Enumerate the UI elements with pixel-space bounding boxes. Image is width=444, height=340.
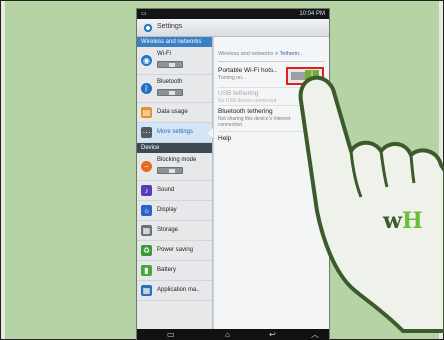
storage-icon: ▦ xyxy=(141,225,152,236)
row-title: Bluetooth tethering xyxy=(218,108,273,115)
sidebar-item-label: Blocking mode xyxy=(157,157,197,163)
section-header-device: Device xyxy=(137,143,212,153)
image-border-left xyxy=(1,1,5,339)
sidebar-item-label: Battery xyxy=(157,267,177,273)
sound-icon: ♪ xyxy=(141,185,152,196)
row-divider xyxy=(218,105,325,106)
sidebar-item-more-settings[interactable]: ⋯ More settings xyxy=(137,123,213,143)
row-divider xyxy=(218,131,325,132)
blocking-mode-toggle[interactable] xyxy=(157,167,183,174)
navigation-bar: ▭ ⌂ ↩ ︿ xyxy=(137,329,329,340)
recent-apps-icon[interactable]: ▭ xyxy=(167,330,175,340)
row-subtitle: Not sharing this device's Internet conne… xyxy=(218,116,291,128)
bluetooth-icon: ᛒ xyxy=(141,83,152,94)
sidebar-item-label: Display xyxy=(157,207,177,213)
sidebar-item-sound[interactable]: ♪ Sound xyxy=(137,181,212,201)
breadcrumb-parent[interactable]: Wireless and networks xyxy=(218,51,273,57)
sidebar-item-blocking-mode[interactable]: − Blocking mode xyxy=(137,153,212,181)
toggle-thumb: I xyxy=(305,70,319,80)
power-saving-icon: ♻ xyxy=(141,245,152,256)
settings-category-list: Wireless and networks ◉ Wi-Fi ᛒ Bluetoot… xyxy=(137,37,213,329)
menu-up-icon[interactable]: ︿ xyxy=(311,330,319,340)
tethering-detail-pane: Wireless and networks > Tetherin.. Porta… xyxy=(214,37,329,329)
home-icon[interactable]: ⌂ xyxy=(225,330,230,340)
header-divider xyxy=(218,61,325,62)
bluetooth-tethering-row[interactable]: Bluetooth tethering Not sharing this dev… xyxy=(218,108,326,128)
sidebar-item-label: Sound xyxy=(157,187,175,193)
help-row[interactable]: Help xyxy=(218,135,326,142)
row-divider xyxy=(218,87,325,88)
sidebar-item-label: Wi-Fi xyxy=(157,51,171,57)
sidebar-item-bluetooth[interactable]: ᛒ Bluetooth xyxy=(137,75,212,103)
wifi-icon: ◉ xyxy=(141,55,152,66)
bluetooth-toggle[interactable] xyxy=(157,89,183,96)
sidebar-item-label: Storage xyxy=(157,227,179,233)
usb-tethering-row[interactable]: USB tethering No USB device connected xyxy=(218,90,326,104)
sidebar-item-label: Application ma.. xyxy=(157,287,200,293)
app-title: Settings xyxy=(157,23,183,30)
sidebar-item-label: Data usage xyxy=(157,109,188,115)
application-manager-icon: ▦ xyxy=(141,285,152,296)
finger-crease xyxy=(379,150,389,188)
phone-screen: ▭ 10:04 PM Settings Wireless and network… xyxy=(137,9,329,340)
sidebar-item-label: Power saving xyxy=(157,247,194,253)
settings-gear-icon xyxy=(143,23,153,33)
hotspot-toggle-switch[interactable]: I xyxy=(286,67,324,85)
more-settings-icon: ⋯ xyxy=(141,127,152,138)
sidebar-item-battery[interactable]: ▮ Battery xyxy=(137,261,212,281)
sidebar-item-label: Bluetooth xyxy=(157,79,183,85)
sidebar-item-application-manager[interactable]: ▦ Application ma.. xyxy=(137,281,212,301)
display-icon: ☼ xyxy=(141,205,152,216)
back-icon[interactable]: ↩ xyxy=(269,330,276,340)
blocking-mode-icon: − xyxy=(141,161,152,172)
finger-crease xyxy=(349,150,363,198)
data-usage-icon: ▤ xyxy=(141,107,152,118)
section-header-wireless: Wireless and networks xyxy=(137,37,212,47)
breadcrumb-current: Tetherin.. xyxy=(279,51,303,57)
finger-crease xyxy=(409,154,416,184)
sidebar-item-wifi[interactable]: ◉ Wi-Fi xyxy=(137,47,212,75)
image-border-right xyxy=(439,1,443,339)
breadcrumb: Wireless and networks > Tetherin.. xyxy=(218,51,302,57)
notification-icon: ▭ xyxy=(141,11,147,17)
sidebar-item-label: More settings xyxy=(157,129,194,135)
row-title: USB tethering xyxy=(218,90,259,97)
sidebar-item-display[interactable]: ☼ Display xyxy=(137,201,212,221)
battery-setting-icon: ▮ xyxy=(141,265,152,276)
title-bar: Settings xyxy=(137,19,329,37)
sidebar-item-data-usage[interactable]: ▤ Data usage xyxy=(137,103,212,123)
wifi-toggle[interactable] xyxy=(157,61,183,68)
sidebar-item-power-saving[interactable]: ♻ Power saving xyxy=(137,241,212,261)
wikihow-logo: wH xyxy=(383,208,423,234)
row-subtitle: No USB device connected xyxy=(218,98,277,104)
row-title: Help xyxy=(218,135,232,142)
status-time: 10:04 PM xyxy=(299,11,325,17)
status-bar: ▭ 10:04 PM xyxy=(137,9,329,19)
sidebar-item-storage[interactable]: ▦ Storage xyxy=(137,221,212,241)
breadcrumb-separator: > xyxy=(274,51,279,57)
